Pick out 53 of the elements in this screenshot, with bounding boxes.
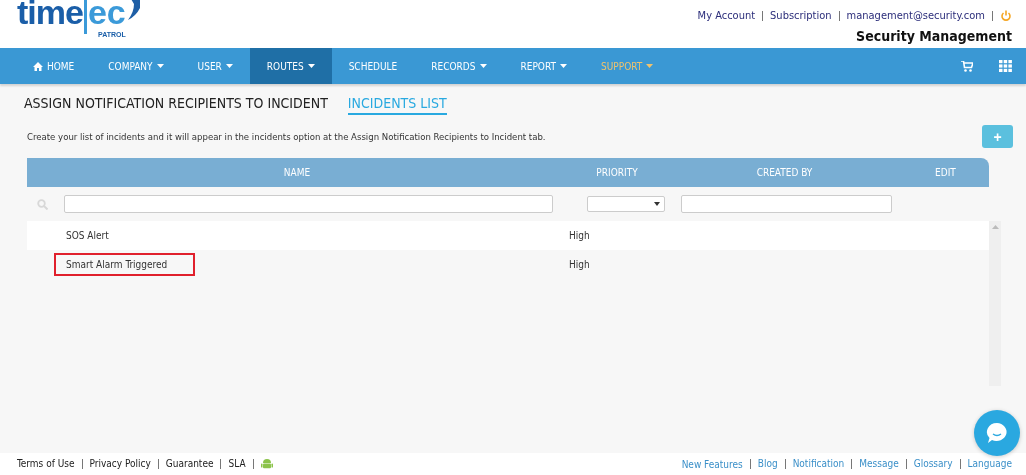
grid-icon[interactable] xyxy=(999,60,1012,72)
search-icon xyxy=(37,198,48,210)
name-filter-field[interactable] xyxy=(64,195,553,213)
account-link[interactable]: Subscription xyxy=(770,11,840,21)
nav-item[interactable]: REPORT xyxy=(503,48,584,84)
caret-icon xyxy=(654,202,660,206)
nav-item[interactable]: HOME xyxy=(16,48,92,84)
nav-item[interactable]: SCHEDULE xyxy=(331,48,415,84)
caret-icon xyxy=(225,64,233,68)
account-link[interactable]: My Account xyxy=(697,11,764,21)
footer-link[interactable]: Message xyxy=(851,459,899,469)
scroll-up-icon[interactable] xyxy=(991,225,999,229)
footer-link[interactable]: Privacy Policy xyxy=(89,459,159,469)
footer-link[interactable]: New Features xyxy=(681,458,743,470)
power-icon[interactable] xyxy=(1000,10,1012,22)
description: Create your list of incidents and it will appear in the incidents option at the Assign Notification Recipients to Incident tab. xyxy=(27,131,546,142)
scrollbar[interactable] xyxy=(989,221,1001,386)
nav-item[interactable]: ROUTES xyxy=(249,48,332,84)
chat-icon xyxy=(986,422,1008,444)
footer-link[interactable]: SLA xyxy=(228,459,254,469)
caret-icon xyxy=(560,64,567,68)
company-name: Security Management xyxy=(856,28,1012,44)
caret-icon xyxy=(156,64,164,68)
column-header: EDIT xyxy=(935,167,956,178)
nav-item[interactable]: USER xyxy=(180,48,250,84)
column-header: PRIORITY xyxy=(596,167,638,178)
home-icon xyxy=(33,61,43,71)
nav-item[interactable]: COMPANY xyxy=(91,48,181,84)
table-cell: High xyxy=(569,230,590,241)
table-cell: High xyxy=(569,259,590,270)
tab[interactable]: ASSIGN NOTIFICATION RECIPIENTS TO INCIDENT xyxy=(24,95,328,115)
creator-filter-field[interactable] xyxy=(681,195,892,213)
column-header: NAME xyxy=(283,167,311,178)
tab[interactable]: INCIDENTS LIST xyxy=(347,95,447,115)
caret-icon xyxy=(646,64,654,68)
footer-link[interactable]: Glossary xyxy=(905,459,953,469)
column-header: CREATED BY xyxy=(756,167,813,178)
nav-item[interactable]: RECORDS xyxy=(414,48,504,84)
table-cell-text: SOS Alert xyxy=(65,229,110,243)
nav-item[interactable]: SUPPORT xyxy=(584,48,671,84)
cart-icon[interactable] xyxy=(961,60,973,72)
footer-link[interactable]: Notification xyxy=(784,459,845,469)
caret-icon xyxy=(479,64,487,68)
table-cell: Smart Alarm Triggered xyxy=(54,253,196,276)
android-icon[interactable] xyxy=(260,458,273,470)
footer-link[interactable]: Terms of Use xyxy=(17,459,83,469)
priority-dropdown[interactable] xyxy=(587,196,665,212)
account-link[interactable]: management@security.com xyxy=(846,11,993,21)
footer-link[interactable]: Blog xyxy=(749,459,778,469)
footer-link[interactable]: Guarantee xyxy=(165,459,222,469)
caret-icon xyxy=(307,64,315,68)
add-button[interactable]: + xyxy=(982,125,1013,148)
footer-link[interactable]: Language xyxy=(959,459,1012,469)
